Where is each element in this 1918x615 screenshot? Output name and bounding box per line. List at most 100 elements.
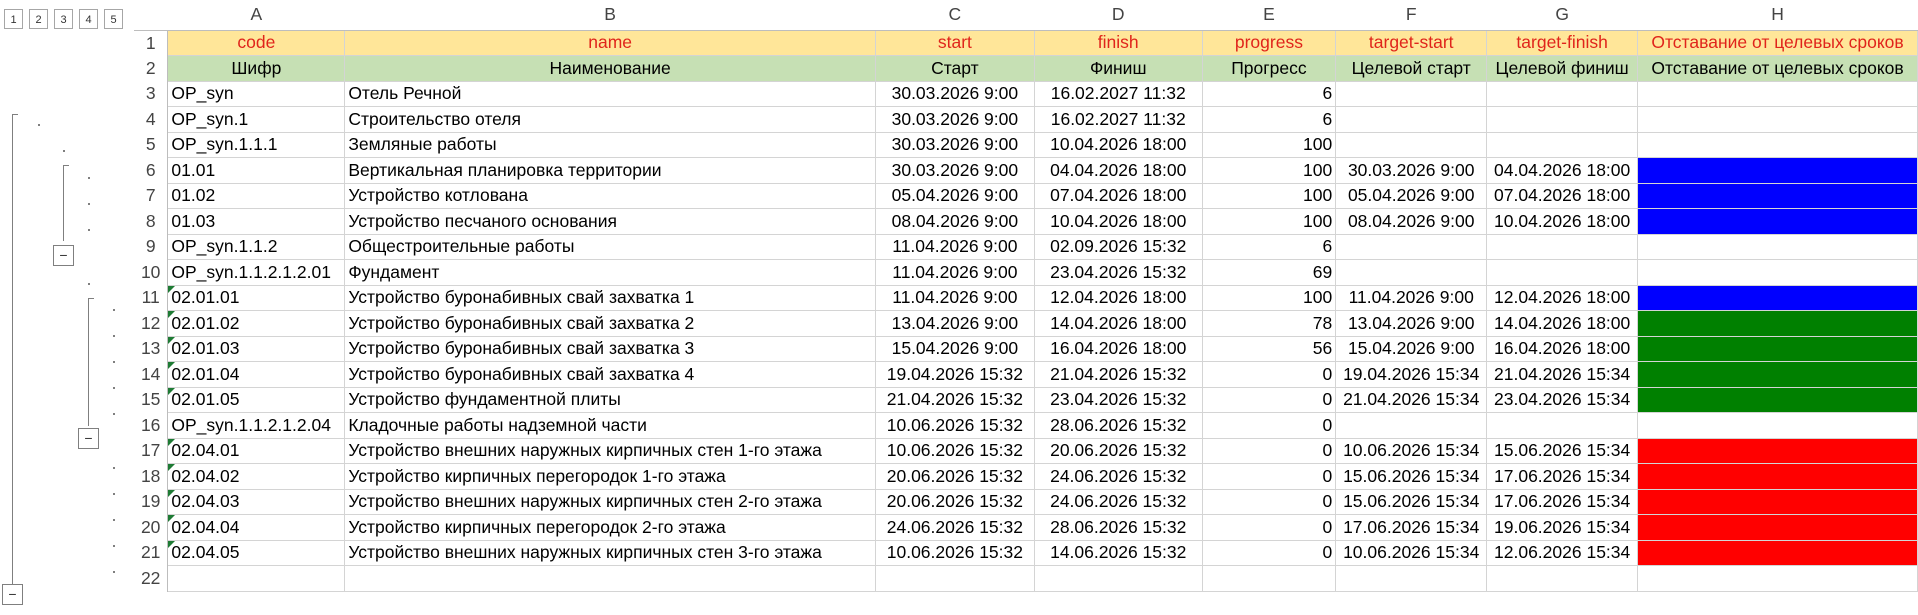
cell-target-start[interactable] [1335, 259, 1488, 286]
cell-target-start[interactable]: 05.04.2026 9:00 [1335, 182, 1488, 209]
cell-start[interactable]: 21.04.2026 15:32 [874, 386, 1035, 413]
cell[interactable]: Старт [874, 55, 1035, 82]
cell-delay-status[interactable] [1637, 539, 1918, 566]
cell-start[interactable]: 11.04.2026 9:00 [874, 259, 1035, 286]
cell-target-start[interactable]: 10.06.2026 15:34 [1335, 539, 1488, 566]
row-header[interactable]: 11 [134, 285, 169, 311]
cell-target-finish[interactable]: 16.04.2026 18:00 [1486, 335, 1639, 362]
row-header[interactable]: 19 [134, 489, 169, 515]
cell-code[interactable]: OP_syn.1.1.1 [167, 131, 346, 158]
row-header[interactable]: 6 [134, 157, 169, 183]
cell[interactable] [1335, 565, 1488, 592]
row-header[interactable]: 7 [134, 183, 169, 209]
cell-code[interactable]: OP_syn.1 [167, 106, 346, 133]
row-header[interactable]: 14 [134, 361, 169, 387]
cell-target-start[interactable] [1335, 80, 1488, 107]
cell-target-finish[interactable] [1486, 412, 1639, 439]
row-header[interactable]: 10 [134, 259, 169, 285]
cell-delay-status[interactable] [1637, 259, 1918, 286]
cell-start[interactable]: 10.06.2026 15:32 [874, 539, 1035, 566]
row-header[interactable]: 21 [134, 540, 169, 566]
cell[interactable]: start [874, 29, 1035, 56]
cell-start[interactable]: 30.03.2026 9:00 [874, 157, 1035, 184]
cell-name[interactable]: Устройство буронабивных свай захватка 2 [344, 310, 876, 337]
cell-progress[interactable]: 0 [1201, 463, 1337, 490]
cell[interactable] [167, 565, 346, 592]
row-header[interactable]: 5 [134, 132, 169, 158]
cell-finish[interactable]: 02.09.2026 15:32 [1033, 233, 1203, 260]
cell-target-finish[interactable]: 12.04.2026 18:00 [1486, 284, 1639, 311]
cell-target-finish[interactable] [1486, 80, 1639, 107]
cell-progress[interactable]: 0 [1201, 386, 1337, 413]
cell-target-start[interactable]: 08.04.2026 9:00 [1335, 208, 1488, 235]
cell-code[interactable]: 01.01 [167, 157, 346, 184]
cell[interactable] [874, 565, 1035, 592]
row-header[interactable]: 4 [134, 106, 169, 132]
cell-delay-status[interactable] [1637, 514, 1918, 541]
cell-target-start[interactable]: 11.04.2026 9:00 [1335, 284, 1488, 311]
cell[interactable]: Наименование [344, 55, 876, 82]
row-header[interactable]: 1 [134, 30, 169, 56]
cell-target-start[interactable] [1335, 131, 1488, 158]
cell-name[interactable]: Устройство внешних наружных кирпичных ст… [344, 539, 876, 566]
cell-target-finish[interactable] [1486, 259, 1639, 286]
cell[interactable]: Финиш [1033, 55, 1203, 82]
cell-target-finish[interactable]: 12.06.2026 15:34 [1486, 539, 1639, 566]
row-header[interactable]: 3 [134, 81, 169, 107]
cell-progress[interactable]: 6 [1201, 80, 1337, 107]
cell-target-finish[interactable]: 14.04.2026 18:00 [1486, 310, 1639, 337]
row-header[interactable]: 20 [134, 514, 169, 540]
collapse-group-button[interactable]: − [78, 428, 99, 449]
cell-progress[interactable]: 0 [1201, 488, 1337, 515]
cell-code[interactable]: 01.02 [167, 182, 346, 209]
cell-code[interactable]: 02.04.03 [167, 488, 346, 515]
cell-target-start[interactable] [1335, 233, 1488, 260]
cell-target-start[interactable]: 21.04.2026 15:34 [1335, 386, 1488, 413]
cell-progress[interactable]: 69 [1201, 259, 1337, 286]
column-header-f[interactable]: F [1335, 0, 1487, 31]
cell-target-finish[interactable] [1486, 106, 1639, 133]
cell-finish[interactable]: 04.04.2026 18:00 [1033, 157, 1203, 184]
cell-finish[interactable]: 14.06.2026 15:32 [1033, 539, 1203, 566]
row-header[interactable]: 8 [134, 208, 169, 234]
cell-code[interactable]: 02.04.02 [167, 463, 346, 490]
cell-finish[interactable]: 28.06.2026 15:32 [1033, 514, 1203, 541]
cell-code[interactable]: OP_syn.1.1.2.1.2.01 [167, 259, 346, 286]
cell-delay-status[interactable] [1637, 284, 1918, 311]
row-header[interactable]: 17 [134, 438, 169, 464]
cell-start[interactable]: 15.04.2026 9:00 [874, 335, 1035, 362]
column-header-e[interactable]: E [1202, 0, 1336, 31]
cell-delay-status[interactable] [1637, 208, 1918, 235]
row-header[interactable]: 15 [134, 387, 169, 413]
cell-delay-status[interactable] [1637, 361, 1918, 388]
cell[interactable] [1201, 565, 1337, 592]
cell[interactable]: Целевой старт [1335, 55, 1488, 82]
row-header[interactable]: 12 [134, 310, 169, 336]
cell-target-start[interactable]: 19.04.2026 15:34 [1335, 361, 1488, 388]
cell-start[interactable]: 30.03.2026 9:00 [874, 80, 1035, 107]
cell-delay-status[interactable] [1637, 310, 1918, 337]
cell-finish[interactable]: 16.02.2027 11:32 [1033, 106, 1203, 133]
cell-name[interactable]: Фундамент [344, 259, 876, 286]
cell-target-start[interactable]: 17.06.2026 15:34 [1335, 514, 1488, 541]
cell-progress[interactable]: 100 [1201, 131, 1337, 158]
cell-progress[interactable]: 6 [1201, 106, 1337, 133]
cell-code[interactable]: 02.01.04 [167, 361, 346, 388]
cell-delay-status[interactable] [1637, 80, 1918, 107]
cell-target-finish[interactable] [1486, 233, 1639, 260]
column-header-a[interactable]: A [167, 0, 345, 31]
cell-finish[interactable]: 23.04.2026 15:32 [1033, 386, 1203, 413]
cell-code[interactable]: 02.04.05 [167, 539, 346, 566]
cell[interactable]: Шифр [167, 55, 346, 82]
cell-target-finish[interactable]: 21.04.2026 15:34 [1486, 361, 1639, 388]
outline-level-3-button[interactable]: 3 [54, 9, 73, 29]
cell-code[interactable]: 02.01.02 [167, 310, 346, 337]
cell-start[interactable]: 30.03.2026 9:00 [874, 131, 1035, 158]
cell[interactable] [1486, 565, 1639, 592]
cell-progress[interactable]: 100 [1201, 182, 1337, 209]
row-header[interactable]: 16 [134, 412, 169, 438]
cell-delay-status[interactable] [1637, 233, 1918, 260]
row-header[interactable]: 18 [134, 463, 169, 489]
cell-name[interactable]: Кладочные работы надземной части [344, 412, 876, 439]
cell-name[interactable]: Устройство буронабивных свай захватка 1 [344, 284, 876, 311]
